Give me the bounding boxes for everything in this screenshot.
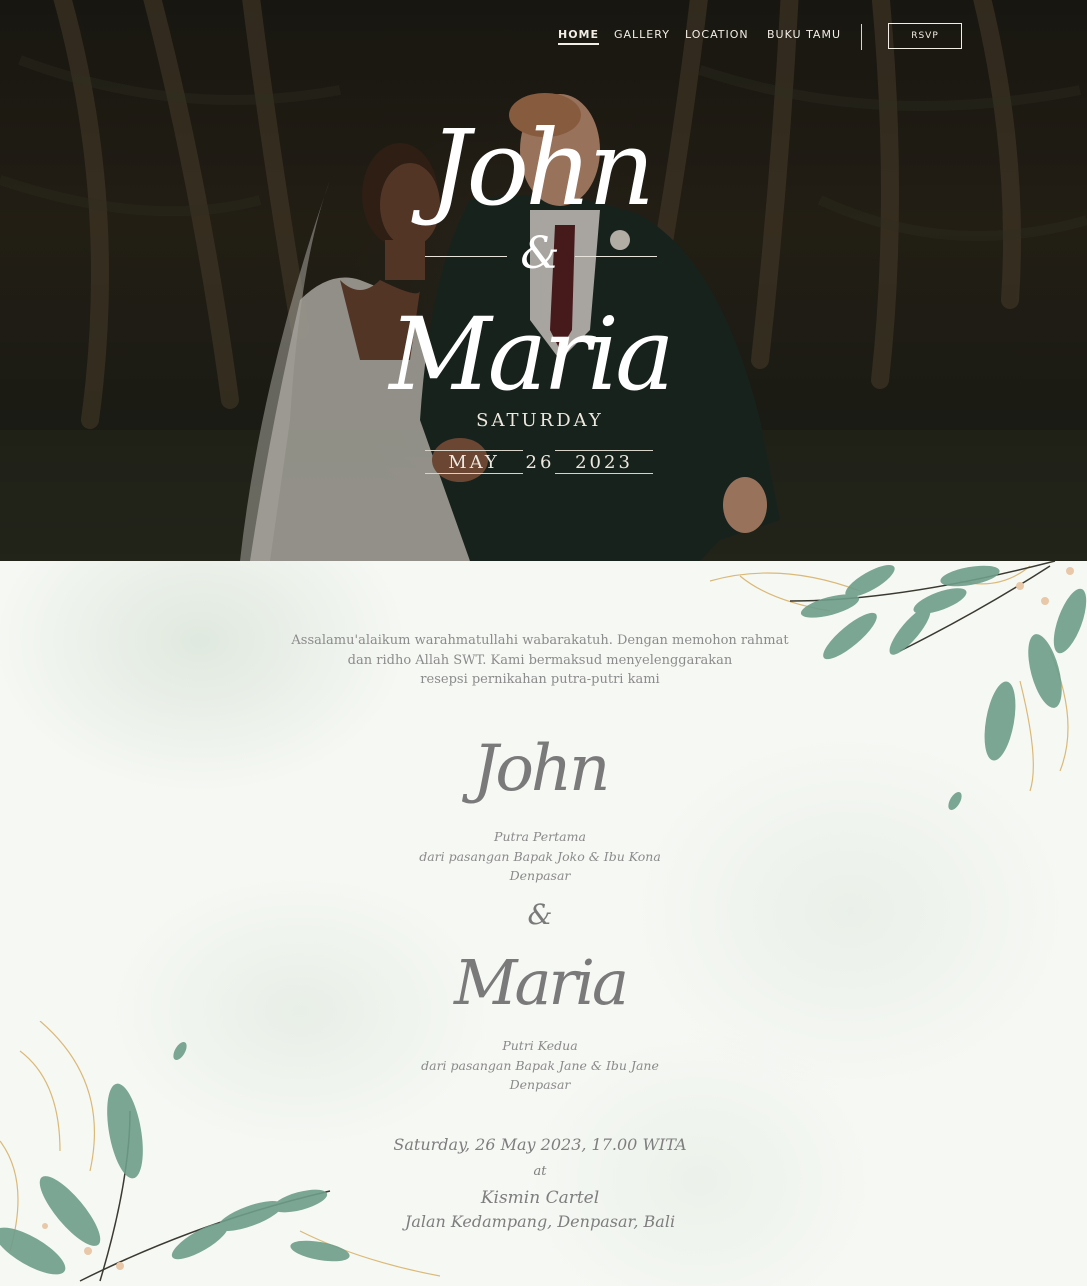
bride-order: Putri Kedua bbox=[502, 1038, 578, 1053]
top-nav: HOME GALLERY LOCATION BUKU TAMU RSVP bbox=[0, 22, 1087, 52]
hero-bride-name: Maria bbox=[389, 296, 674, 413]
event-venue: Kismin Cartel bbox=[480, 1188, 600, 1208]
hero-month: MAY bbox=[448, 452, 500, 473]
greeting-text: Assalamu'alaikum warahmatullahi wabaraka… bbox=[290, 631, 790, 690]
greeting-line-2: dan ridho Allah SWT. Kami bermaksud meny… bbox=[347, 652, 733, 668]
nav-divider bbox=[861, 24, 862, 50]
nav-buku-tamu[interactable]: BUKU TAMU bbox=[767, 28, 841, 41]
invitation-section: Assalamu'alaikum warahmatullahi wabaraka… bbox=[0, 561, 1087, 1286]
rsvp-button[interactable]: RSVP bbox=[888, 23, 962, 49]
hero-year: 2023 bbox=[575, 452, 633, 473]
hero-date: 26 bbox=[525, 452, 555, 473]
invite-ampersand: & bbox=[527, 898, 553, 931]
bride-parents: dari pasangan Bapak Jane & Ibu Jane bbox=[421, 1057, 659, 1073]
groom-parents: dari pasangan Bapak Joko & Ibu Kona bbox=[419, 848, 661, 864]
event-address: Jalan Kedampang, Denpasar, Bali bbox=[404, 1212, 676, 1231]
leaf-decoration-top-right bbox=[709, 561, 1087, 811]
bride-name: Maria bbox=[454, 946, 629, 1019]
groom-details: Putra Pertama dari pasangan Bapak Joko &… bbox=[340, 827, 740, 886]
greeting-line-3: resepsi pernikahan putra-putri kami bbox=[420, 672, 660, 687]
event-datetime: Saturday, 26 May 2023, 17.00 WITA bbox=[393, 1135, 687, 1154]
groom-name: John bbox=[472, 732, 611, 806]
hero-divider-right bbox=[575, 256, 657, 257]
bride-details: Putri Kedua dari pasangan Bapak Jane & I… bbox=[340, 1036, 740, 1095]
bride-city: Denpasar bbox=[509, 1077, 571, 1092]
hero-section: HOME GALLERY LOCATION BUKU TAMU RSVP Joh… bbox=[0, 0, 1087, 561]
hero-overlay bbox=[0, 0, 1087, 561]
nav-location[interactable]: LOCATION bbox=[685, 28, 749, 41]
nav-home[interactable]: HOME bbox=[558, 28, 600, 45]
greeting-line-1: Assalamu'alaikum warahmatullahi wabaraka… bbox=[291, 633, 789, 648]
hero-groom-name: John bbox=[428, 107, 655, 229]
groom-city: Denpasar bbox=[509, 868, 571, 883]
hero-day: SATURDAY bbox=[476, 410, 604, 431]
hero-ampersand: & bbox=[520, 228, 560, 279]
groom-order: Putra Pertama bbox=[494, 829, 586, 844]
nav-gallery[interactable]: GALLERY bbox=[614, 28, 670, 41]
event-at: at bbox=[533, 1164, 547, 1179]
